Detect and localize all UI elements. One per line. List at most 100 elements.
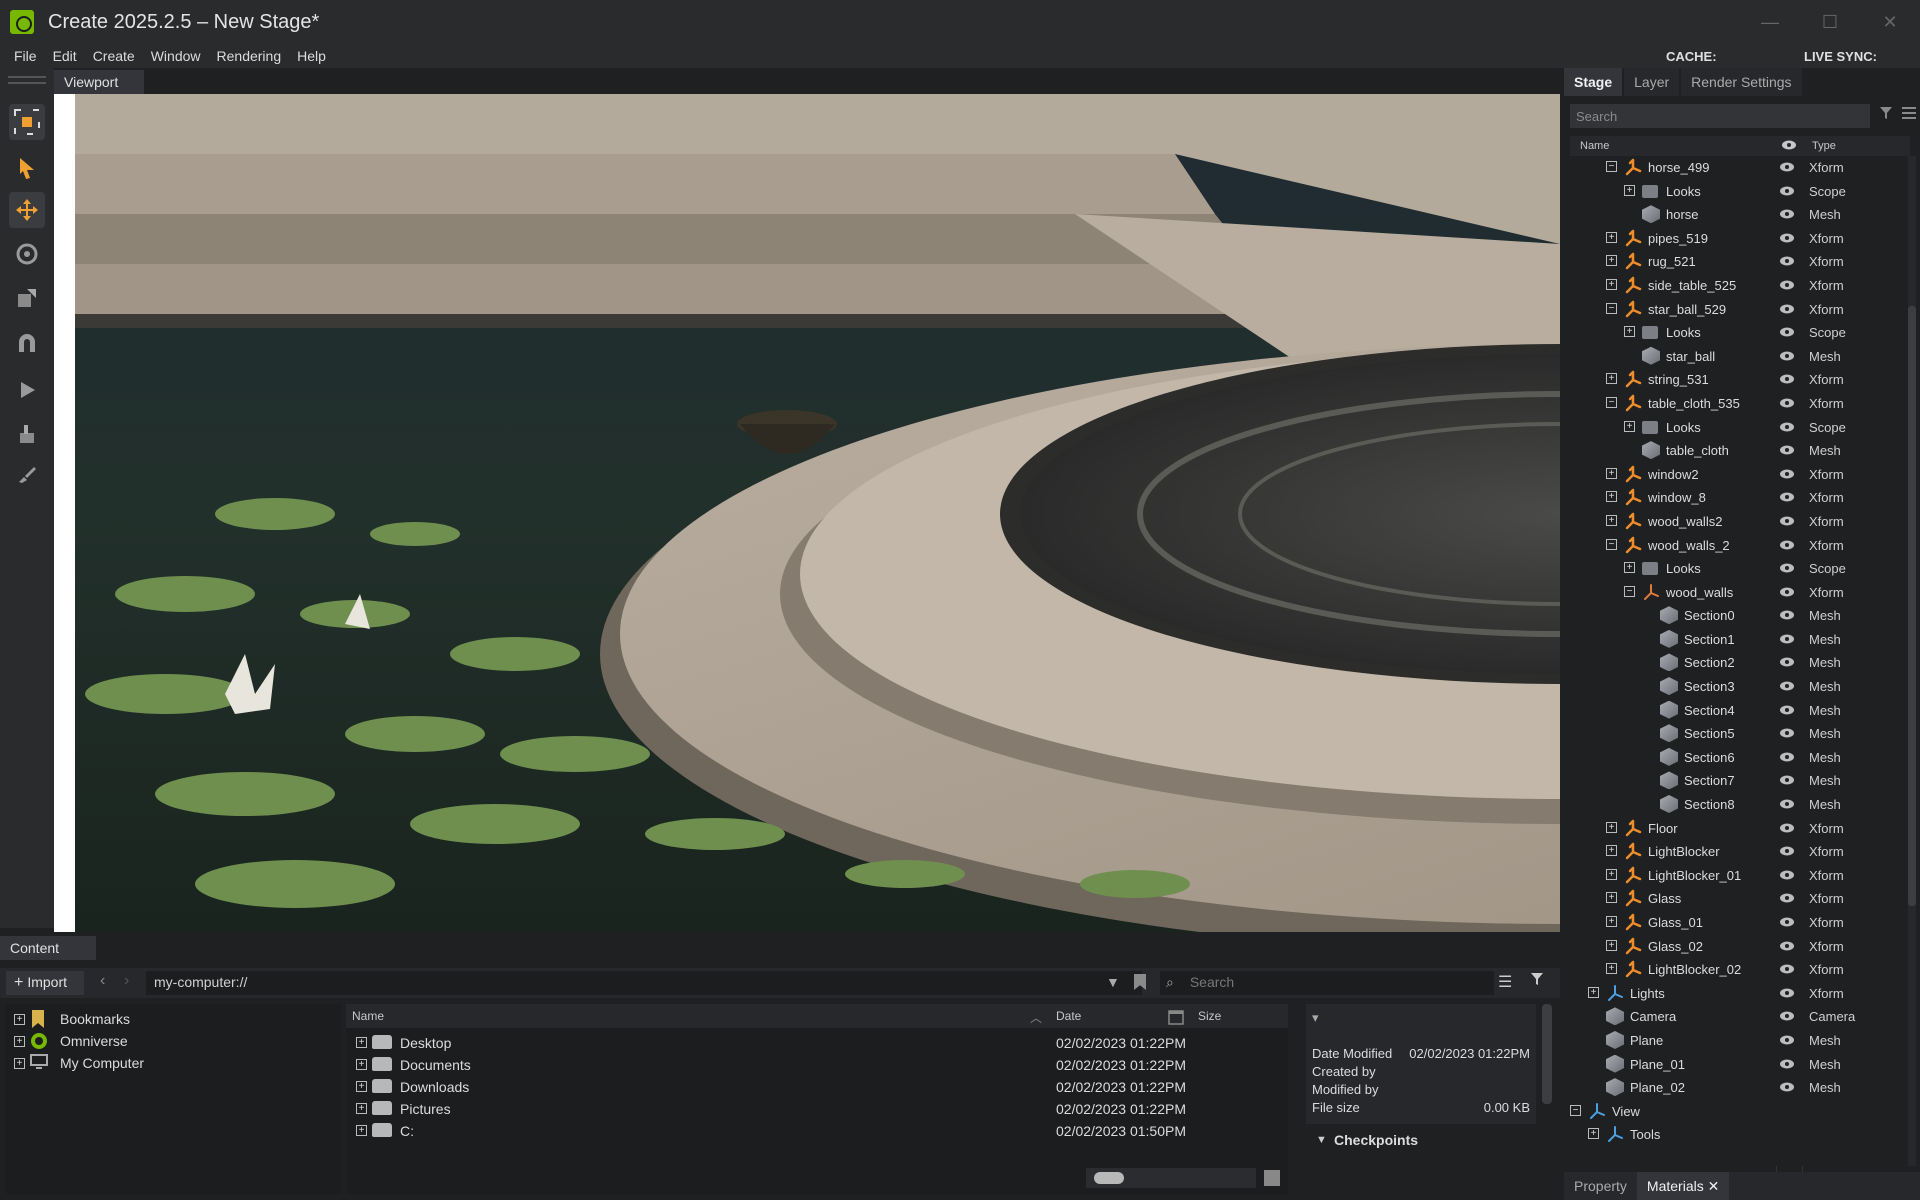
column-size[interactable]: Size bbox=[1198, 1009, 1221, 1023]
stage-tree-row[interactable]: Section6 Mesh bbox=[1570, 746, 1910, 770]
expand-icon[interactable]: + bbox=[1606, 255, 1617, 267]
visibility-eye-icon[interactable] bbox=[1780, 184, 1794, 196]
stage-scrollbar[interactable] bbox=[1908, 156, 1916, 1166]
visibility-eye-icon[interactable] bbox=[1780, 420, 1794, 432]
visibility-eye-icon[interactable] bbox=[1780, 1080, 1794, 1092]
filter-icon[interactable] bbox=[1879, 106, 1893, 125]
column-date[interactable]: Date bbox=[1056, 1009, 1081, 1023]
tab-render-settings[interactable]: Render Settings bbox=[1681, 68, 1802, 96]
import-button[interactable]: + Import bbox=[6, 971, 84, 995]
visibility-eye-icon[interactable] bbox=[1780, 844, 1794, 856]
visibility-eye-icon[interactable] bbox=[1780, 443, 1794, 455]
visibility-eye-icon[interactable] bbox=[1780, 773, 1794, 785]
chevron-down-icon[interactable]: ▼ bbox=[1106, 974, 1120, 990]
visibility-eye-icon[interactable] bbox=[1780, 986, 1794, 998]
visibility-eye-icon[interactable] bbox=[1780, 396, 1794, 408]
expand-icon[interactable]: + bbox=[1606, 892, 1617, 904]
column-name[interactable]: Name bbox=[352, 1009, 384, 1023]
expand-icon[interactable]: + bbox=[1606, 467, 1617, 479]
expand-icon[interactable]: + bbox=[1606, 845, 1617, 857]
menu-rendering[interactable]: Rendering bbox=[209, 48, 290, 64]
expand-icon[interactable]: + bbox=[1606, 821, 1617, 833]
toolbar-grip[interactable] bbox=[8, 76, 46, 78]
file-row[interactable]: + Downloads 02/02/2023 01:22PM bbox=[346, 1076, 1288, 1098]
visibility-eye-icon[interactable] bbox=[1780, 231, 1794, 243]
visibility-eye-icon[interactable] bbox=[1780, 349, 1794, 361]
file-row[interactable]: + Desktop 02/02/2023 01:22PM bbox=[346, 1032, 1288, 1054]
visibility-eye-icon[interactable] bbox=[1780, 939, 1794, 951]
collapse-icon[interactable]: − bbox=[1606, 302, 1617, 314]
expand-icon[interactable]: + bbox=[1588, 1128, 1599, 1140]
filter-icon[interactable] bbox=[1530, 972, 1544, 991]
visibility-eye-icon[interactable] bbox=[1780, 254, 1794, 266]
visibility-eye-icon[interactable] bbox=[1780, 868, 1794, 880]
select-arrow-icon[interactable] bbox=[9, 150, 45, 186]
stage-tree-row[interactable]: Section7 Mesh bbox=[1570, 769, 1910, 793]
select-mode-icon[interactable] bbox=[9, 104, 45, 140]
expand-icon[interactable]: + bbox=[1624, 420, 1635, 432]
calendar-icon[interactable] bbox=[1168, 1009, 1184, 1028]
expand-icon[interactable]: + bbox=[1606, 278, 1617, 290]
visibility-eye-icon[interactable] bbox=[1780, 302, 1794, 314]
toolbar-grip[interactable] bbox=[8, 82, 46, 84]
rotate-icon[interactable] bbox=[9, 236, 45, 272]
visibility-eye-icon[interactable] bbox=[1780, 561, 1794, 573]
stage-tree-row[interactable]: − View bbox=[1570, 1100, 1910, 1124]
tab-property[interactable]: Property bbox=[1564, 1172, 1637, 1200]
stage-tree-row[interactable]: + LightBlocker_02 Xform bbox=[1570, 958, 1910, 982]
scale-icon[interactable] bbox=[9, 280, 45, 316]
visibility-eye-icon[interactable] bbox=[1780, 891, 1794, 903]
visibility-eye-icon[interactable] bbox=[1780, 585, 1794, 597]
visibility-eye-icon[interactable] bbox=[1780, 490, 1794, 502]
stage-tree-row[interactable]: + string_531 Xform bbox=[1570, 368, 1910, 392]
live-sync-label[interactable]: LIVE SYNC: bbox=[1804, 44, 1877, 68]
stage-tree-row[interactable]: + Lights Xform bbox=[1570, 982, 1910, 1006]
visibility-column-icon[interactable] bbox=[1782, 140, 1796, 153]
minimize-button[interactable]: — bbox=[1740, 0, 1800, 44]
visibility-eye-icon[interactable] bbox=[1780, 1057, 1794, 1069]
collapse-icon[interactable]: − bbox=[1606, 161, 1617, 172]
expand-icon[interactable]: + bbox=[1606, 231, 1617, 243]
visibility-eye-icon[interactable] bbox=[1780, 160, 1794, 172]
info-scrollbar[interactable] bbox=[1542, 1004, 1552, 1104]
stage-tree-row[interactable]: Section4 Mesh bbox=[1570, 699, 1910, 723]
stage-tree-row[interactable]: Plane_01 Mesh bbox=[1570, 1053, 1910, 1077]
expand-icon[interactable]: + bbox=[14, 1058, 25, 1069]
tab-stage[interactable]: Stage bbox=[1564, 68, 1623, 96]
stage-tree-row[interactable]: Plane Mesh bbox=[1570, 1029, 1910, 1053]
stage-tree-row[interactable]: + wood_walls2 Xform bbox=[1570, 510, 1910, 534]
stage-tree-row[interactable]: + window_8 Xform bbox=[1570, 486, 1910, 510]
visibility-eye-icon[interactable] bbox=[1780, 750, 1794, 762]
collapse-icon[interactable]: − bbox=[1606, 396, 1617, 408]
expand-icon[interactable]: + bbox=[14, 1036, 25, 1047]
expand-icon[interactable]: + bbox=[356, 1081, 367, 1092]
visibility-eye-icon[interactable] bbox=[1780, 1033, 1794, 1045]
chevron-down-icon[interactable]: ▾ bbox=[1312, 1010, 1319, 1026]
back-arrow-icon[interactable]: ‹ bbox=[100, 972, 105, 990]
tab-viewport[interactable]: Viewport bbox=[54, 70, 144, 94]
maximize-button[interactable]: ☐ bbox=[1800, 0, 1860, 44]
visibility-eye-icon[interactable] bbox=[1780, 821, 1794, 833]
collapse-icon[interactable]: − bbox=[1606, 538, 1617, 550]
tab-materials[interactable]: Materials ✕ bbox=[1636, 1172, 1730, 1200]
visibility-eye-icon[interactable] bbox=[1780, 467, 1794, 479]
stage-tree-row[interactable]: − wood_walls Xform bbox=[1570, 581, 1910, 605]
expand-icon[interactable]: + bbox=[14, 1014, 25, 1025]
hamburger-menu-icon[interactable] bbox=[1902, 106, 1916, 124]
file-row[interactable]: + Pictures 02/02/2023 01:22PM bbox=[346, 1098, 1288, 1120]
expand-icon[interactable]: + bbox=[356, 1037, 367, 1048]
expand-icon[interactable]: + bbox=[1624, 326, 1635, 338]
expand-icon[interactable]: + bbox=[1606, 491, 1617, 503]
stage-tree-row[interactable]: + Glass_01 Xform bbox=[1570, 911, 1910, 935]
file-row[interactable]: + C: 02/02/2023 01:50PM bbox=[346, 1120, 1288, 1142]
stage-tree-row[interactable]: + Looks Scope bbox=[1570, 416, 1910, 440]
stage-tree-row[interactable]: + side_table_525 Xform bbox=[1570, 274, 1910, 298]
stage-tree-row[interactable]: + Glass Xform bbox=[1570, 887, 1910, 911]
collapse-icon[interactable]: − bbox=[1624, 585, 1635, 597]
expand-icon[interactable]: + bbox=[1606, 939, 1617, 951]
content-search-input[interactable]: ⌕ Search bbox=[1160, 971, 1494, 995]
expand-icon[interactable]: + bbox=[356, 1103, 367, 1114]
visibility-eye-icon[interactable] bbox=[1780, 538, 1794, 549]
menu-help[interactable]: Help bbox=[289, 48, 334, 64]
stage-tree-row[interactable]: Section2 Mesh bbox=[1570, 651, 1910, 675]
